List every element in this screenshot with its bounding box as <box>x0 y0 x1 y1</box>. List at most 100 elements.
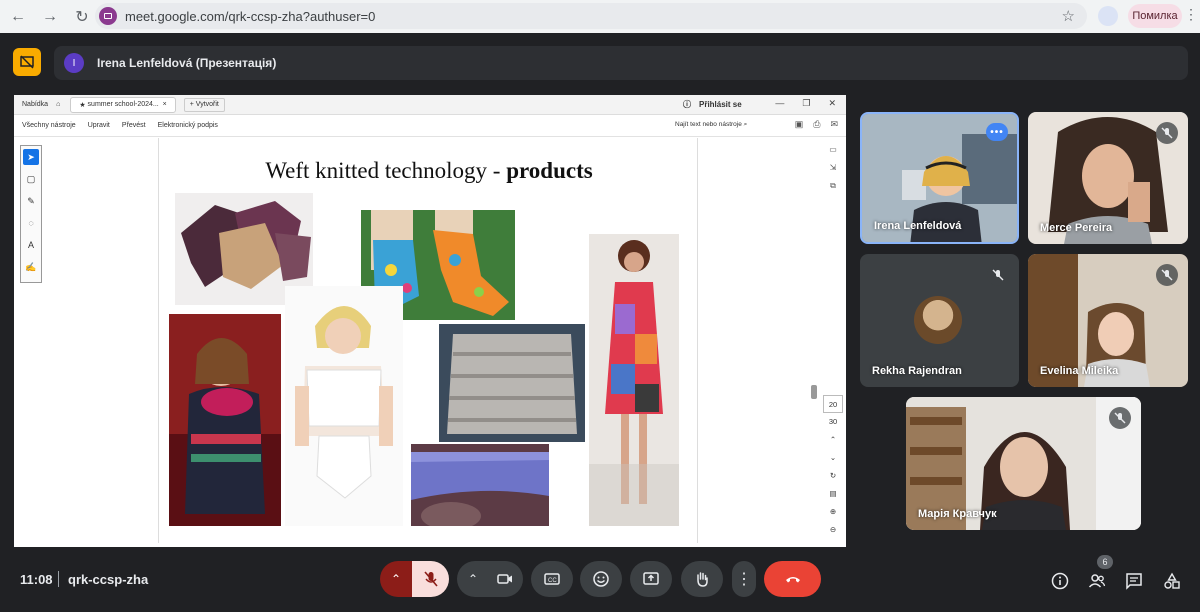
cursor-icon: ➤ <box>23 149 39 165</box>
mic-off-icon <box>1156 122 1178 144</box>
pdf-login-label: Přihlásit se <box>699 100 742 109</box>
participant-tile[interactable]: Evelina Mileika <box>1028 254 1188 387</box>
pdf-page-controls: 20 30 ⌃ ⌄ ↻ ▤ ⊕ ⊖ <box>823 395 843 539</box>
meeting-info-button[interactable] <box>1048 569 1072 593</box>
browser-toolbar: ← → ↻ meet.google.com/qrk-ccsp-zha?authu… <box>0 0 1200 33</box>
extension-icon[interactable] <box>1098 6 1118 26</box>
info-icon <box>1051 572 1069 590</box>
camera-icon <box>496 574 512 584</box>
pdf-window-controls: — ❐ ✕ <box>775 98 836 108</box>
forward-icon[interactable]: → <box>36 3 64 31</box>
mic-off-icon <box>1156 264 1178 286</box>
video-options-button[interactable]: ⌃ <box>457 561 489 597</box>
captions-icon: CC <box>544 573 560 585</box>
lingerie-photo <box>285 286 403 526</box>
more-vert-icon: ⋮ <box>736 571 752 588</box>
participant-name: Irena Lenfeldová <box>874 220 962 232</box>
mic-toggle-button[interactable] <box>412 561 449 597</box>
zoom-in-icon: ⊕ <box>829 507 837 516</box>
page-up-icon: ⌃ <box>829 435 837 444</box>
chat-button[interactable] <box>1122 569 1146 593</box>
chevron-up-icon: ⌃ <box>467 572 479 586</box>
pdf-login: ⓘ Přihlásit se <box>683 99 742 110</box>
site-info-icon[interactable] <box>99 7 117 25</box>
camera-toggle-button[interactable] <box>486 561 523 597</box>
grey-skirt-photo <box>439 324 585 442</box>
text-tool-icon: A <box>27 240 34 250</box>
mic-off-icon <box>423 571 438 587</box>
pdf-toolbar-item: Elektronický podpis <box>157 122 218 129</box>
participant-name: Марія Кравчук <box>918 508 997 520</box>
pdf-menu: Nabídka <box>22 101 49 108</box>
reactions-button[interactable] <box>580 561 622 597</box>
participant-tile[interactable]: Rekha Rajendran <box>860 254 1019 387</box>
page-down-icon: ⌄ <box>829 453 837 462</box>
blue-underwear-photo <box>411 444 549 526</box>
chat-icon <box>1126 573 1142 590</box>
runway-dress-photo <box>589 234 679 526</box>
address-bar[interactable]: meet.google.com/qrk-ccsp-zha?authuser=0 … <box>95 3 1087 29</box>
presenter-title: Irena Lenfeldová (Презентація) <box>97 56 277 70</box>
people-button[interactable] <box>1085 569 1109 593</box>
activities-button[interactable] <box>1160 569 1184 593</box>
reload-icon[interactable]: ↻ <box>68 3 96 31</box>
pdf-active-tab: ★ summer school-2024... × <box>70 96 176 113</box>
audio-options-button[interactable]: ⌃ <box>380 561 412 597</box>
pdf-tab-bar: Nabídka ⌂ ★ summer school-2024... × + Vy… <box>14 95 846 115</box>
fill-sign-icon: ✍ <box>25 261 37 272</box>
activities-icon <box>1164 572 1180 589</box>
participant-count-badge: 6 <box>1097 555 1113 569</box>
participant-avatar <box>914 296 962 344</box>
pdf-right-tools: ▭ ⇲ ⧉ <box>824 145 842 199</box>
participant-tile[interactable]: Марія Кравчук <box>906 397 1141 530</box>
svg-text:CC: CC <box>548 578 557 584</box>
present-icon <box>643 572 659 585</box>
chevron-up-icon: ⌃ <box>390 572 402 586</box>
shared-screen: Nabídka ⌂ ★ summer school-2024... × + Vy… <box>14 95 846 547</box>
participant-tile[interactable]: Merce Pereira <box>1028 112 1188 244</box>
pdf-toolbar: Všechny nástroje Upravit Převést Elektro… <box>14 115 846 137</box>
presenter-banner: I Irena Lenfeldová (Презентація) <box>54 46 1188 80</box>
rotate-icon: ↻ <box>829 471 837 480</box>
organize-icon: ⧉ <box>830 181 836 190</box>
stop-presenting-icon[interactable] <box>13 48 41 76</box>
people-icon <box>1088 574 1106 588</box>
divider <box>58 571 59 587</box>
pen-icon: ✎ <box>27 195 35 206</box>
bookmark-star-icon[interactable]: ☆ <box>1062 7 1075 25</box>
back-icon[interactable]: ← <box>4 3 32 31</box>
pdf-toolbar-item: Upravit <box>87 122 110 129</box>
zoom-out-icon: ⊖ <box>829 525 837 534</box>
slide-title-bold: products <box>506 158 593 183</box>
comment-panel-icon: ▭ <box>829 145 837 154</box>
more-options-button[interactable]: ⋮ <box>732 561 756 597</box>
captions-button[interactable]: CC <box>531 561 573 597</box>
raise-hand-button[interactable] <box>681 561 723 597</box>
mic-off-icon <box>1109 407 1131 429</box>
participant-name: Merce Pereira <box>1040 222 1113 234</box>
pdf-search: Najít text nebo nástroje ⌕ <box>675 121 748 128</box>
participant-tile[interactable]: ••• Irena Lenfeldová <box>860 112 1019 244</box>
pdf-scrollbar <box>811 385 817 399</box>
pdf-toolbar-icons: ▣ ⎙ ✉ <box>794 119 838 129</box>
browser-menu-icon[interactable]: ⋮ <box>1184 6 1198 23</box>
hangup-icon <box>785 577 800 583</box>
comment-icon: ▢ <box>26 173 36 184</box>
lasso-icon: ◌ <box>28 218 34 228</box>
pdf-new-tab: + Vytvořit <box>183 97 225 112</box>
export-icon: ⇲ <box>829 163 837 172</box>
slide-title-regular: Weft knitted technology - <box>265 158 507 183</box>
page-current: 20 <box>823 395 843 413</box>
error-chip[interactable]: Помилка <box>1128 4 1182 28</box>
leave-call-button[interactable] <box>764 561 821 597</box>
participant-options-icon[interactable]: ••• <box>986 123 1008 141</box>
slide-page: Weft knitted technology - products <box>158 138 698 543</box>
page-fit-icon: ▤ <box>829 489 837 498</box>
meeting-controls-bar: 11:08 qrk-ccsp-zha ⌃ ⌃ CC ⋮ <box>0 556 1200 612</box>
present-screen-button[interactable] <box>630 561 672 597</box>
mic-off-icon <box>987 264 1009 286</box>
participant-name: Evelina Mileika <box>1040 365 1119 377</box>
home-icon: ⌂ <box>56 101 61 108</box>
emoji-icon <box>593 571 609 587</box>
hand-icon <box>697 572 708 587</box>
